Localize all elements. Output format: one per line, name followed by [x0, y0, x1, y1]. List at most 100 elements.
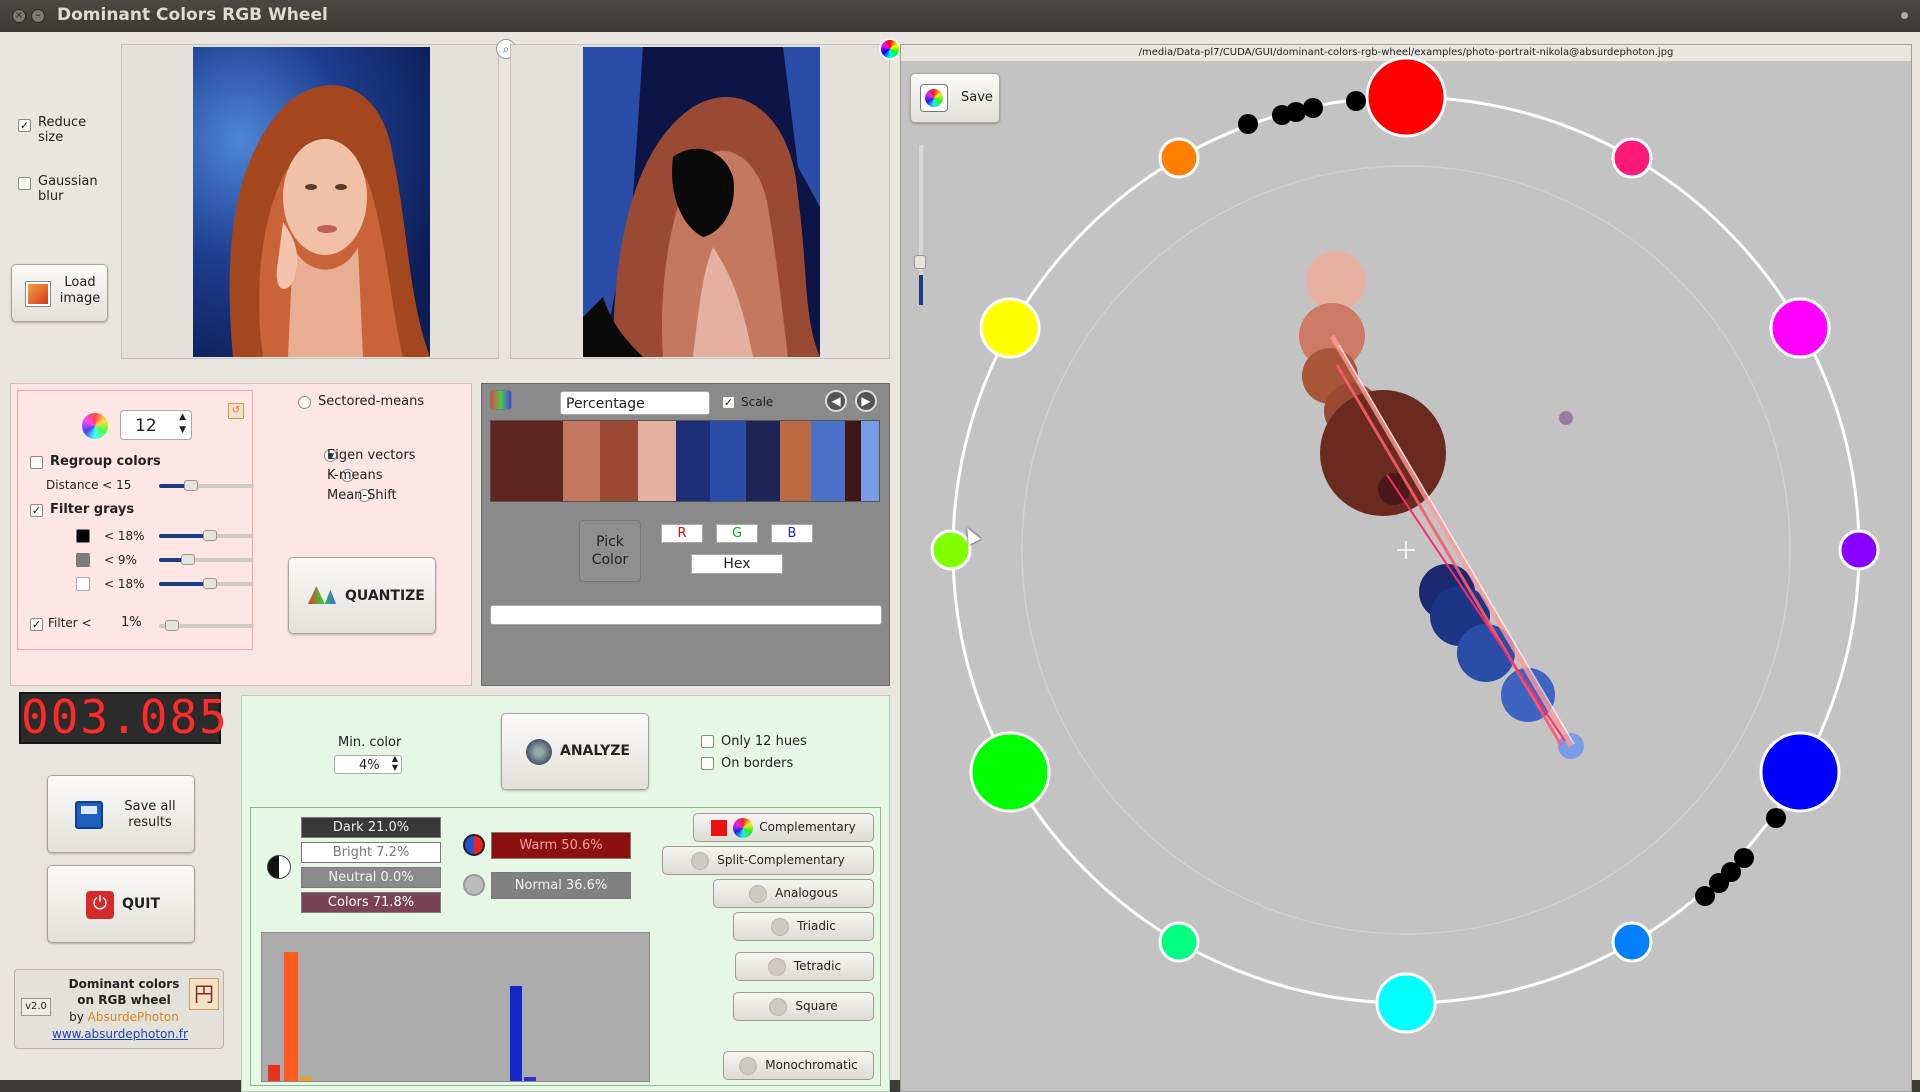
previous-icon[interactable]: ◀ [825, 390, 847, 412]
save-all-button[interactable]: Save all results [47, 775, 195, 853]
spin-down-icon[interactable]: ▼ [392, 763, 398, 772]
only-12-hues-checkbox[interactable] [701, 735, 714, 748]
spin-down-icon[interactable]: ▼ [179, 425, 186, 435]
colors-count-value: 12 [135, 416, 157, 436]
quantize-options-box: 12 ▲ ▼ ↺ Regroup colors Distance < 15 ✓ … [17, 390, 254, 650]
split-complementary-label: Split-Complementary [717, 853, 845, 867]
close-window-icon[interactable]: × [12, 9, 26, 23]
website-link[interactable]: www.absurdephoton.fr [15, 1027, 225, 1041]
red-value-field[interactable]: R [661, 524, 703, 543]
pick-color-button[interactable]: Pick Color [579, 520, 641, 582]
spin-up-icon[interactable]: ▲ [392, 754, 398, 763]
palette-swatch[interactable] [779, 421, 812, 501]
filter-grays-label: Filter grays [50, 502, 135, 517]
gaussian-blur-checkbox[interactable] [18, 177, 31, 190]
quit-button[interactable]: ⏻ QUIT [47, 865, 195, 943]
histogram-bar [268, 1065, 280, 1081]
palette-swatch[interactable] [676, 421, 710, 501]
distance-label: Distance < 15 [46, 478, 132, 492]
regroup-colors-checkbox[interactable] [30, 456, 43, 469]
title-bar: × – Dominant Colors RGB Wheel [0, 0, 1920, 32]
palette-swatch[interactable] [745, 421, 780, 501]
black-threshold-slider[interactable] [159, 530, 254, 541]
palette-swatch[interactable] [562, 421, 601, 501]
about-line-2: on RGB wheel [77, 993, 171, 1007]
hue-histogram [261, 932, 650, 1082]
sectored-means-radio[interactable] [298, 396, 311, 409]
filter-grays-checkbox[interactable]: ✓ [30, 504, 43, 517]
tetradic-button[interactable]: Tetradic [735, 952, 874, 981]
logo-icon: 円 [189, 978, 219, 1010]
color-wheel-icon[interactable] [879, 38, 901, 60]
analogous-button[interactable]: Analogous [713, 879, 874, 908]
spin-up-icon[interactable]: ▲ [179, 412, 186, 422]
palette-swatch[interactable] [845, 421, 862, 501]
palette-icon[interactable] [490, 390, 512, 410]
menu-dot-icon[interactable] [1901, 12, 1908, 19]
minimize-window-icon[interactable]: – [31, 9, 45, 23]
gears-icon [526, 739, 552, 765]
gray-slider-handle[interactable] [181, 554, 195, 565]
palette-strip[interactable] [490, 420, 880, 502]
quantize-button[interactable]: QUANTIZE [288, 557, 436, 634]
rgb-wheel-canvas[interactable] [901, 45, 1911, 1091]
palette-swatch[interactable] [491, 421, 563, 501]
image-icon [26, 282, 50, 306]
palette-swatch[interactable] [861, 421, 880, 501]
palette-panel: Percentage ✓ Scale ◀ ▶ Pick Color R G B … [481, 383, 890, 686]
blue-label: B [787, 526, 797, 541]
harmony-dot-icon [769, 997, 788, 1016]
black-slider-handle[interactable] [203, 530, 217, 541]
mean-shift-label: Mean-Shift [327, 488, 397, 503]
load-image-button[interactable]: Load image [11, 264, 108, 322]
reset-icon[interactable]: ↺ [228, 403, 244, 419]
white-threshold-slider[interactable] [159, 578, 254, 589]
color-wheel-panel: /media/Data-pl7/CUDA/GUI/dominant-colors… [900, 44, 1912, 1092]
scale-checkbox[interactable]: ✓ [722, 396, 735, 409]
on-borders-label: On borders [721, 756, 794, 771]
blue-value-field[interactable]: B [771, 524, 813, 543]
harmony-dot-icon [749, 884, 768, 903]
analyze-button[interactable]: ANALYZE [501, 713, 649, 790]
palette-swatch[interactable] [638, 421, 677, 501]
black-swatch [76, 529, 90, 543]
palette-swatch[interactable] [709, 421, 746, 501]
palette-swatch[interactable] [600, 421, 639, 501]
hex-field[interactable]: Hex [691, 554, 783, 574]
square-button[interactable]: Square [733, 992, 874, 1021]
quantized-photo [583, 47, 820, 357]
neutral-stat: Neutral 0.0% [301, 867, 441, 888]
analyze-label: ANALYZE [560, 743, 630, 759]
sort-mode-select[interactable]: Percentage [560, 391, 710, 415]
monochromatic-button[interactable]: Monochromatic [723, 1051, 874, 1080]
distance-slider[interactable] [159, 480, 254, 491]
portrait-illustration [229, 85, 430, 357]
green-value-field[interactable]: G [716, 524, 758, 543]
hex-label: Hex [723, 556, 751, 572]
color-name-field[interactable] [490, 605, 882, 625]
analysis-results-box: Dark 21.0% Bright 7.2% Neutral 0.0% Colo… [250, 807, 881, 1086]
complementary-button[interactable]: Complementary [693, 813, 874, 842]
colors-count-spinbox[interactable]: 12 ▲ ▼ [120, 410, 192, 440]
white-slider-handle[interactable] [203, 578, 217, 589]
triadic-button[interactable]: Triadic [733, 912, 874, 941]
filter-checkbox[interactable]: ✓ [30, 618, 43, 631]
gray-threshold-slider[interactable] [159, 554, 254, 565]
white-swatch [76, 577, 90, 591]
sectored-means-label: Sectored-means [318, 394, 425, 409]
palette-swatch[interactable] [811, 421, 846, 501]
eigen-vectors-label: Eigen vectors [327, 448, 416, 463]
gaussian-blur-option[interactable]: Gaussian blur [18, 174, 98, 204]
min-color-spinbox[interactable]: 4% ▲ ▼ [334, 754, 402, 774]
reduce-size-option[interactable]: ✓ Reduce size [18, 115, 98, 145]
next-icon[interactable]: ▶ [855, 390, 877, 412]
distance-slider-handle[interactable] [184, 480, 198, 491]
reduce-size-checkbox[interactable]: ✓ [18, 119, 31, 132]
split-complementary-button[interactable]: Split-Complementary [662, 846, 874, 875]
version-badge: v2.0 [21, 998, 51, 1016]
filter-slider-handle[interactable] [165, 620, 179, 631]
filter-slider[interactable] [159, 620, 254, 631]
on-borders-checkbox[interactable] [701, 757, 714, 770]
tetradic-label: Tetradic [793, 959, 842, 973]
gaussian-blur-label: Gaussian blur [38, 174, 98, 204]
